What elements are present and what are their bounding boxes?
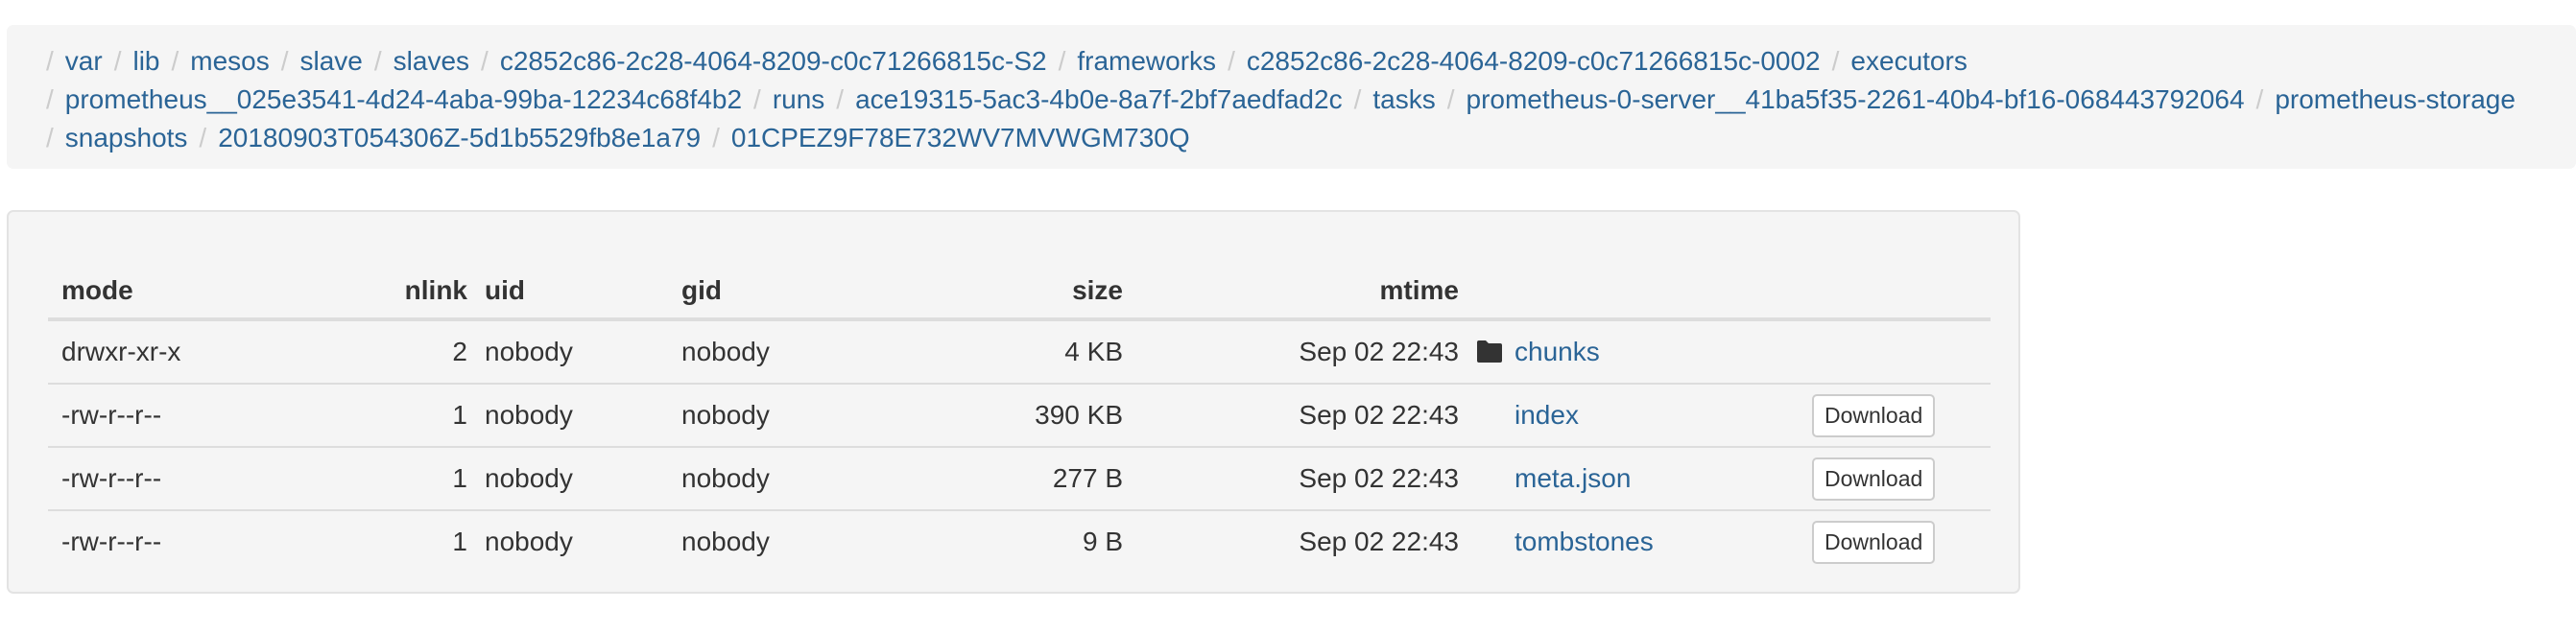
breadcrumb-separator: /: [1831, 46, 1840, 76]
breadcrumb: / var / lib / mesos / slave / slaves / c2852c86-2c2…: [7, 25, 2576, 169]
cell-size: 390 KB: [907, 383, 1123, 447]
cell-mode: drwxr-xr-x: [61, 337, 181, 366]
breadcrumb-link[interactable]: lib: [132, 46, 171, 76]
cell-size: 4 KB: [1064, 337, 1123, 366]
table-row: -rw-r--r-- 1 nobody nobody 390 KB Sep 02…: [48, 383, 1991, 447]
breadcrumb-link[interactable]: mesos: [190, 46, 280, 76]
breadcrumb-link[interactable]: snapshots: [65, 123, 200, 152]
breadcrumb-line-2: / prometheus__025e3541-4d24-4aba-99ba-122…: [7, 81, 2527, 119]
download-button[interactable]: Download: [1812, 520, 1936, 564]
header-uid: uid: [485, 248, 681, 321]
file-listing-panel: mode nlink uid gid size mtime drwxr-xr-x…: [7, 210, 2020, 594]
breadcrumb-link[interactable]: prometheus-storage: [2275, 84, 2527, 114]
breadcrumb-current[interactable]: 01CPEZ9F78E732WV7MVWGM730Q: [731, 123, 1202, 152]
cell-gid: nobody: [681, 383, 907, 447]
cell-mtime: Sep 02 22:43: [1123, 446, 1476, 510]
file-table: mode nlink uid gid size mtime drwxr-xr-x…: [48, 248, 1991, 573]
cell-uid: nobody: [485, 509, 681, 573]
breadcrumb-link[interactable]: prometheus__025e3541-4d24-4aba-99ba-1223…: [65, 84, 753, 114]
breadcrumb-separator: /: [1058, 46, 1066, 76]
breadcrumb-separator: /: [46, 84, 54, 114]
table-row: -rw-r--r-- 1 nobody nobody 9 B Sep 02 22…: [48, 509, 1991, 573]
breadcrumb-link[interactable]: slaves: [394, 46, 481, 76]
breadcrumb-separator: /: [113, 46, 122, 76]
breadcrumb-separator: /: [1446, 84, 1455, 114]
cell-mode: -rw-r--r--: [48, 509, 345, 573]
cell-uid: nobody: [485, 383, 681, 447]
folder-icon: [1477, 340, 1502, 363]
table-header-row: mode nlink uid gid size mtime: [48, 248, 1991, 321]
breadcrumb-link[interactable]: executors: [1850, 46, 1978, 76]
file-link[interactable]: tombstones: [1515, 527, 1654, 556]
cell-size: 9 B: [907, 509, 1123, 573]
breadcrumb-separator: /: [712, 123, 720, 152]
cell-gid: nobody: [681, 337, 770, 366]
breadcrumb-link[interactable]: ace19315-5ac3-4b0e-8a7f-2bf7aedfad2c: [855, 84, 1354, 114]
breadcrumb-separator: /: [46, 46, 54, 76]
breadcrumb-separator: /: [199, 123, 207, 152]
cell-nlink: 1: [345, 446, 485, 510]
file-link[interactable]: index: [1515, 400, 1579, 430]
breadcrumb-separator: /: [753, 84, 761, 114]
breadcrumb-separator: /: [373, 46, 382, 76]
header-gid: gid: [681, 248, 907, 321]
cell-mtime: Sep 02 22:43: [1299, 337, 1459, 366]
download-button[interactable]: Download: [1812, 393, 1936, 437]
breadcrumb-link[interactable]: prometheus-0-server__41ba5f35-2261-40b4-…: [1467, 84, 2256, 114]
cell-mode: -rw-r--r--: [48, 383, 345, 447]
breadcrumb-link[interactable]: c2852c86-2c28-4064-8209-c0c71266815c-S2: [500, 46, 1059, 76]
breadcrumb-separator: /: [481, 46, 489, 76]
cell-action: Download: [1812, 509, 1991, 573]
cell-action: [1812, 319, 1991, 384]
cell-mtime: Sep 02 22:43: [1123, 383, 1476, 447]
cell-action: Download: [1812, 383, 1991, 447]
header-nlink: nlink: [345, 248, 485, 321]
breadcrumb-link[interactable]: tasks: [1372, 84, 1446, 114]
breadcrumb-link[interactable]: c2852c86-2c28-4064-8209-c0c71266815c-000…: [1247, 46, 1832, 76]
breadcrumb-separator: /: [1228, 46, 1235, 76]
breadcrumb-link[interactable]: 20180903T054306Z-5d1b5529fb8e1a79: [218, 123, 712, 152]
cell-action: Download: [1812, 446, 1991, 510]
header-name: [1476, 248, 1812, 321]
cell-name: meta.json: [1476, 446, 1812, 510]
cell-name: chunks: [1476, 319, 1812, 384]
cell-name: index: [1476, 383, 1812, 447]
breadcrumb-separator: /: [171, 46, 179, 76]
breadcrumb-separator: /: [280, 46, 289, 76]
breadcrumb-separator: /: [836, 84, 845, 114]
breadcrumb-link[interactable]: slave: [300, 46, 374, 76]
cell-gid: nobody: [681, 446, 907, 510]
header-mode: mode: [48, 248, 345, 321]
cell-uid: nobody: [485, 337, 573, 366]
breadcrumb-link[interactable]: frameworks: [1077, 46, 1228, 76]
header-mtime: mtime: [1123, 248, 1476, 321]
cell-uid: nobody: [485, 446, 681, 510]
download-button[interactable]: Download: [1812, 457, 1936, 501]
cell-name: tombstones: [1476, 509, 1812, 573]
cell-gid: nobody: [681, 509, 907, 573]
breadcrumb-separator: /: [2255, 84, 2264, 114]
file-link[interactable]: meta.json: [1515, 463, 1631, 493]
breadcrumb-link[interactable]: var: [65, 46, 114, 76]
breadcrumb-link[interactable]: runs: [773, 84, 836, 114]
breadcrumb-separator: /: [46, 123, 54, 152]
cell-size: 277 B: [907, 446, 1123, 510]
header-action: [1812, 248, 1991, 321]
header-size: size: [907, 248, 1123, 321]
table-row: drwxr-xr-x 2 nobody nobody 4 KB Sep 02 2…: [48, 319, 1991, 384]
cell-mode: -rw-r--r--: [48, 446, 345, 510]
breadcrumb-line-1: / var / lib / mesos / slave / slaves / c2852c86-2c2…: [7, 42, 1979, 81]
cell-nlink: 1: [345, 509, 485, 573]
breadcrumb-line-3: / snapshots/20180903T054306Z-5d1b5529fb8e…: [7, 119, 1202, 157]
table-row: -rw-r--r-- 1 nobody nobody 277 B Sep 02 …: [48, 446, 1991, 510]
cell-nlink: 2: [452, 337, 467, 366]
breadcrumb-separator: /: [1353, 84, 1362, 114]
cell-mtime: Sep 02 22:43: [1123, 509, 1476, 573]
file-link[interactable]: chunks: [1515, 337, 1600, 366]
cell-nlink: 1: [345, 383, 485, 447]
